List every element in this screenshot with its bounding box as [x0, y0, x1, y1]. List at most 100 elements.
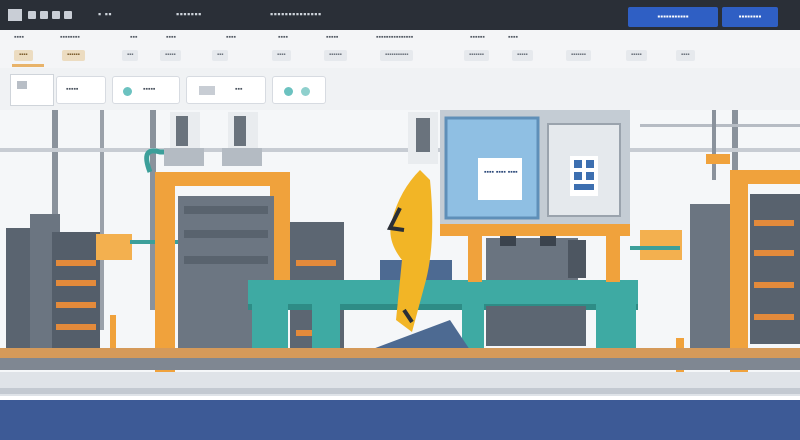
top-bar: ▪ ▪▪ ▪▪▪▪▪▪▪ ▪▪▪▪▪▪▪▪▪▪▪▪▪▪ ▪▪▪▪▪▪▪▪▪▪▪ …	[0, 0, 800, 30]
server-rack	[52, 232, 100, 358]
header-title: ▪ ▪▪	[98, 9, 113, 19]
square-icon[interactable]	[64, 11, 72, 19]
ramp	[370, 320, 470, 350]
submenu-item-7[interactable]: ▪▪▪▪▪▪	[324, 50, 347, 61]
press-head	[222, 148, 262, 166]
submenu-item-8[interactable]: ▪▪▪▪▪▪▪▪▪▪▪	[380, 50, 414, 61]
indicator-strip	[56, 302, 96, 308]
panel-button	[586, 172, 594, 180]
monitor-content	[478, 158, 522, 200]
menu-item-4[interactable]: ▪▪▪▪	[166, 34, 176, 41]
pipe	[630, 246, 680, 250]
nav-link-2[interactable]: ▪▪▪▪▪▪▪▪▪▪▪▪▪▪	[270, 9, 322, 19]
menu-item-2[interactable]: ▪▪▪▪▪▪▪▪	[60, 34, 80, 41]
submenu-item-9[interactable]: ▪▪▪▪▪▪▪	[464, 50, 489, 61]
factory-illustration: ▪▪▪▪ ▪▪▪▪ ▪▪▪▪	[0, 110, 800, 440]
machine-detail	[184, 230, 268, 238]
machine-block	[486, 306, 586, 346]
ceiling-beam	[0, 148, 800, 152]
submenu-item-5[interactable]: ▪▪▪	[212, 50, 229, 61]
machine-detail	[184, 256, 268, 264]
indicator-strip	[296, 260, 336, 266]
ceiling-pillar	[712, 110, 716, 180]
control-box	[96, 234, 132, 260]
indicator-strip	[754, 314, 794, 320]
secondary-action-button[interactable]: ▪▪▪▪▪▪▪▪	[722, 7, 778, 27]
tool-card-3[interactable]: ▪▪▪	[186, 76, 266, 104]
submenu-item-6[interactable]: ▪▪▪▪	[272, 50, 291, 61]
submenu-item-11[interactable]: ▪▪▪▪▪▪▪	[566, 50, 591, 61]
submenu-item-12[interactable]: ▪▪▪▪▪	[626, 50, 647, 61]
machine-detail	[184, 206, 268, 214]
menu-item-8[interactable]: ▪▪▪▪▪▪▪▪▪▪▪▪▪▪▪	[376, 34, 413, 41]
tool-card-4[interactable]	[272, 76, 326, 104]
bin	[540, 236, 556, 246]
table-top	[440, 224, 630, 236]
frame-leg	[155, 172, 175, 372]
press-head	[164, 148, 204, 166]
lamp	[706, 154, 730, 164]
robot-mount	[416, 118, 430, 152]
menu-item-6[interactable]: ▪▪▪▪	[278, 34, 288, 41]
conveyor-top	[248, 280, 638, 304]
square-icon[interactable]	[52, 11, 60, 19]
panel-button	[574, 184, 594, 190]
menu-item-9[interactable]: ▪▪▪▪▪▪	[470, 34, 485, 41]
submenu-item-4[interactable]: ▪▪▪▪▪	[160, 50, 181, 61]
submenu-item-13[interactable]: ▪▪▪▪	[676, 50, 695, 61]
toolbar: ▪▪▪▪▪ ▪▪▪▪▪ ▪▪▪	[0, 68, 800, 176]
indicator-strip	[754, 250, 794, 256]
floor-trim	[0, 348, 800, 358]
tool-card-1[interactable]: ▪▪▪▪▪	[56, 76, 106, 104]
indicator-strip	[56, 260, 96, 266]
panel-button	[574, 172, 582, 180]
server-rack	[690, 204, 730, 354]
tool-card-label: ▪▪▪▪▪	[66, 86, 79, 93]
menu-item-7[interactable]: ▪▪▪▪▪	[326, 34, 338, 41]
tool-card-2[interactable]: ▪▪▪▪▪	[112, 76, 180, 104]
menu-item-10[interactable]: ▪▪▪▪	[508, 34, 518, 41]
indicator-strip	[754, 282, 794, 288]
document-icon	[199, 86, 215, 95]
menu-bar: ▪▪▪▪ ▪▪▪▪▪▪▪▪ ▪▪▪ ▪▪▪▪ ▪▪▪▪ ▪▪▪▪ ▪▪▪▪▪ ▪…	[0, 30, 800, 69]
bin	[568, 240, 586, 278]
floor-line	[0, 358, 800, 370]
panel-button	[586, 160, 594, 168]
press-head	[176, 116, 188, 146]
monitor-text: ▪▪▪▪ ▪▪▪▪ ▪▪▪▪	[484, 169, 518, 176]
app-logo-icon[interactable]	[8, 9, 22, 21]
indicator-strip	[56, 324, 96, 330]
ceiling-beam	[640, 124, 800, 127]
submenu-item-10[interactable]: ▪▪▪▪▪	[512, 50, 533, 61]
production-line-graphic: ▪▪▪▪ ▪▪▪▪ ▪▪▪▪	[0, 110, 800, 440]
submenu-item-1[interactable]: ▪▪▪▪	[14, 50, 33, 61]
menu-item-3[interactable]: ▪▪▪	[130, 34, 137, 41]
indicator-strip	[754, 220, 794, 226]
floor-base	[0, 372, 800, 398]
submenu-item-3[interactable]: ▪▪▪	[122, 50, 139, 61]
press-head	[234, 116, 246, 146]
submenu-item-2[interactable]: ▪▪▪▪▪▪	[62, 50, 85, 61]
bin	[500, 236, 516, 246]
square-icon[interactable]	[28, 11, 36, 19]
nav-link-1[interactable]: ▪▪▪▪▪▪▪	[176, 9, 202, 19]
teal-dot-icon	[284, 87, 293, 96]
active-menu-indicator	[12, 64, 44, 67]
frame-beam	[155, 172, 290, 186]
control-box	[640, 230, 682, 260]
square-icon[interactable]	[40, 11, 48, 19]
server-rack	[750, 194, 800, 344]
indicator-strip	[56, 280, 96, 286]
table-leg	[606, 236, 620, 282]
table-leg	[468, 236, 482, 282]
primary-action-button[interactable]: ▪▪▪▪▪▪▪▪▪▪▪	[628, 7, 718, 27]
floor-divider	[0, 396, 800, 400]
tool-card-label: ▪▪▪▪▪	[143, 86, 156, 93]
image-icon[interactable]	[10, 74, 54, 106]
panel-button	[574, 160, 582, 168]
menu-item-5[interactable]: ▪▪▪▪	[226, 34, 236, 41]
bottom-band	[0, 400, 800, 440]
tool-card-label: ▪▪▪	[235, 86, 243, 93]
teal-dot-icon	[301, 87, 310, 96]
menu-item-1[interactable]: ▪▪▪▪	[14, 34, 24, 41]
